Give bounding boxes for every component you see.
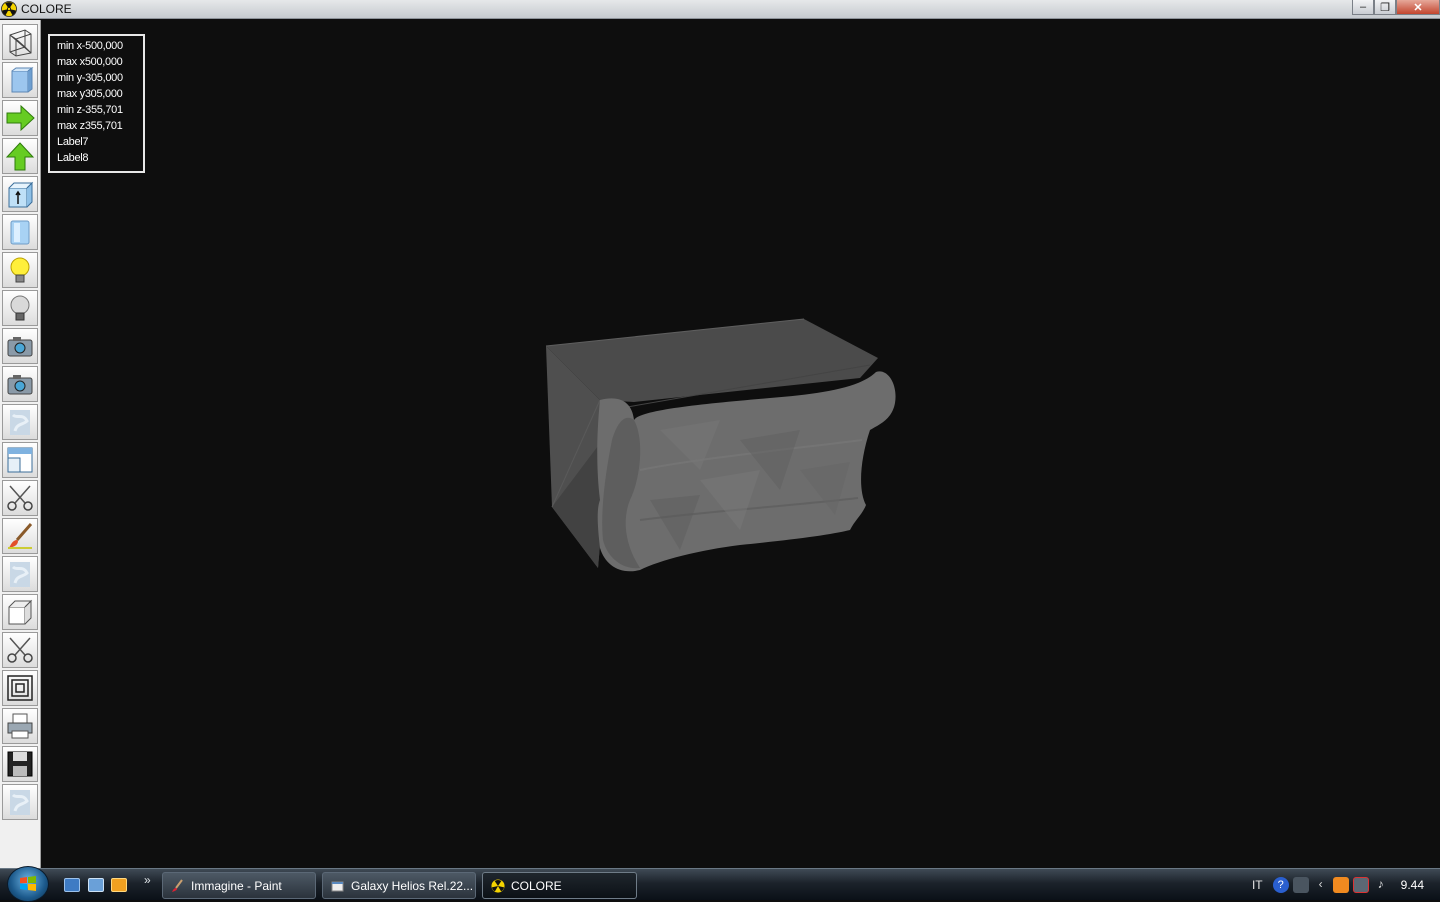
task-galaxy-helios[interactable]: Galaxy Helios Rel.22... (322, 872, 476, 899)
cut-button-2[interactable] (2, 632, 38, 668)
taskbar: » Immagine - Paint Galaxy Helios Rel.22.… (0, 866, 1440, 902)
radiation-icon (491, 878, 505, 893)
paint-icon (172, 878, 183, 892)
camera-button[interactable] (2, 328, 38, 364)
clock[interactable]: 9.44 (1401, 878, 1424, 892)
close-button[interactable]: ✕ (1396, 0, 1440, 15)
brush-icon (8, 523, 33, 549)
network-icon[interactable] (1292, 877, 1309, 893)
task-label: COLORE (511, 878, 562, 893)
wireframe-icon (9, 29, 32, 57)
max-z-label: max z355,701 (57, 120, 123, 132)
network-disconnected-icon[interactable] (1352, 877, 1369, 893)
view-cube-icon (8, 181, 34, 208)
radiation-icon (1, 1, 17, 17)
window-view-button[interactable] (2, 442, 38, 478)
help-icon[interactable]: ? (1272, 877, 1289, 893)
window-title: COLORE (21, 2, 72, 16)
scissors-icon (7, 485, 33, 511)
app-window-icon (331, 881, 344, 891)
arrow-up-icon (5, 142, 35, 171)
save-button[interactable] (2, 746, 38, 782)
print-button[interactable] (2, 708, 38, 744)
volume-icon[interactable]: ♪ (1373, 877, 1389, 893)
left-toolbar (0, 20, 41, 868)
shaded-view-button[interactable] (2, 214, 38, 250)
window-icon (7, 447, 33, 473)
3d-model[interactable] (42, 20, 1440, 868)
tray-app-icon[interactable] (1332, 877, 1349, 893)
camera-icon (7, 337, 33, 357)
view-cube-button[interactable] (2, 176, 38, 212)
scissors-icon (7, 637, 33, 663)
arrow-right-icon (6, 104, 35, 132)
texture-button-3[interactable] (2, 784, 38, 820)
windows-logo-icon (20, 876, 36, 891)
shaded-view-icon (10, 220, 30, 245)
label7: Label7 (57, 136, 89, 148)
move-right-button[interactable] (2, 100, 38, 136)
texture-button-2[interactable] (2, 556, 38, 592)
light-on-icon (10, 257, 30, 283)
camera-icon (7, 375, 33, 395)
box-button[interactable] (2, 594, 38, 630)
task-label: Immagine - Paint (191, 878, 282, 893)
printer-icon (7, 713, 33, 739)
bounds-info-panel: min x-500,000 max x500,000 min y-305,000… (48, 34, 145, 173)
3d-viewport[interactable] (42, 20, 1440, 868)
minimize-button[interactable]: – (1352, 0, 1374, 15)
camera-button-2[interactable] (2, 366, 38, 402)
texture-button[interactable] (2, 404, 38, 440)
label8: Label8 (57, 152, 89, 164)
switch-windows-icon[interactable] (88, 878, 104, 892)
save-disk-icon (7, 751, 33, 777)
texture-icon (10, 562, 30, 587)
light-off-icon (10, 295, 30, 321)
window-controls: – ❐ ✕ (1352, 0, 1440, 16)
min-x-label: min x-500,000 (57, 40, 123, 52)
task-colore[interactable]: COLORE (482, 872, 637, 899)
min-y-label: min y-305,000 (57, 72, 123, 84)
light-on-button[interactable] (2, 252, 38, 288)
solid-view-button[interactable] (2, 62, 38, 98)
task-label: Galaxy Helios Rel.22... (351, 878, 474, 893)
min-z-label: min z-355,701 (57, 104, 123, 116)
wireframe-button[interactable] (2, 24, 38, 60)
paint-button[interactable] (2, 518, 38, 554)
box-icon (8, 599, 33, 625)
start-button[interactable] (7, 866, 49, 902)
task-paint[interactable]: Immagine - Paint (162, 872, 316, 899)
media-player-icon[interactable] (111, 878, 127, 892)
solid-view-icon (11, 67, 34, 93)
texture-icon (10, 790, 30, 815)
title-bar: COLORE – ❐ ✕ (0, 0, 1440, 19)
restore-button[interactable]: ❐ (1374, 0, 1396, 15)
max-y-label: max y305,000 (57, 88, 123, 100)
show-desktop-icon[interactable] (64, 878, 80, 892)
cut-button[interactable] (2, 480, 38, 516)
layers-button[interactable] (2, 670, 38, 706)
texture-icon (10, 410, 30, 435)
system-tray: IT ? ‹ ♪ 9.44 (1252, 869, 1440, 901)
light-off-button[interactable] (2, 290, 38, 326)
tray-expand-icon[interactable]: ‹ (1313, 877, 1329, 893)
layers-icon (7, 675, 33, 701)
move-up-button[interactable] (2, 138, 38, 174)
max-x-label: max x500,000 (57, 56, 123, 68)
language-indicator[interactable]: IT (1252, 878, 1263, 892)
quick-launch-chevron-icon[interactable]: » (144, 873, 151, 887)
